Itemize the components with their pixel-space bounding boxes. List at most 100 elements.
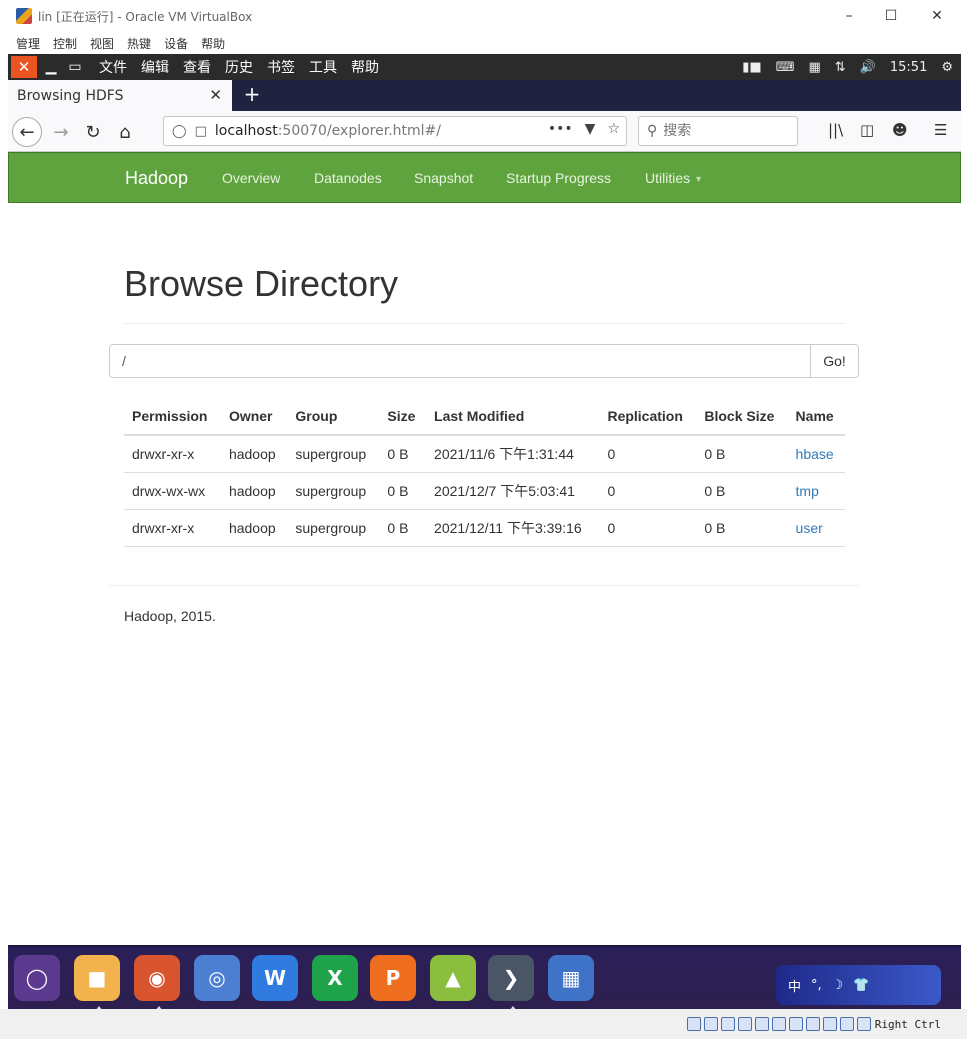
cell-name-link[interactable]: hbase xyxy=(787,435,845,473)
nav-overview[interactable]: Overview xyxy=(222,170,280,186)
ime-chinese-label[interactable]: 中 xyxy=(788,976,801,995)
footer-text: Hadoop, 2015. xyxy=(124,608,216,624)
menu-bookmarks[interactable]: 书签 xyxy=(267,57,295,77)
menu-edit[interactable]: 编辑 xyxy=(141,57,169,77)
bookmark-star-icon[interactable]: ☆ xyxy=(607,121,620,137)
vbox-menu-bar: 管理 控制 视图 热键 设备 帮助 xyxy=(0,32,967,54)
vbox-menu-help[interactable]: 帮助 xyxy=(201,35,225,52)
page-info-icon[interactable]: □ xyxy=(195,124,207,139)
cell-size: 0 B xyxy=(379,435,427,473)
vbox-menu-view[interactable]: 视图 xyxy=(90,35,114,52)
search-icon: ⚲ xyxy=(647,123,658,139)
optical-drive-icon[interactable] xyxy=(703,1017,718,1031)
title-divider xyxy=(124,323,845,324)
nav-utilities[interactable]: Utilities ▼ xyxy=(645,170,703,186)
pocket-icon[interactable]: ▼ xyxy=(585,121,596,137)
wps-presentation-icon[interactable]: P xyxy=(370,955,416,1001)
directory-path-input[interactable] xyxy=(109,344,810,378)
clock[interactable]: 15:51 xyxy=(890,60,927,75)
files-icon[interactable]: ■ xyxy=(74,955,120,1011)
network-adapter-icon[interactable] xyxy=(737,1017,752,1031)
host-key-label: Right Ctrl xyxy=(874,1017,941,1031)
vm-tools-icon[interactable]: ▮■ xyxy=(742,60,761,75)
maximize-button[interactable]: ☐ xyxy=(868,0,914,32)
col-replication[interactable]: Replication xyxy=(599,397,697,436)
usb-icon[interactable] xyxy=(754,1017,769,1031)
menu-file[interactable]: 文件 xyxy=(99,57,127,77)
software-center-icon[interactable]: ▲ xyxy=(430,955,476,1001)
col-group[interactable]: Group xyxy=(287,397,380,436)
cell-name-link[interactable]: tmp xyxy=(787,472,845,510)
keyboard-capture-icon[interactable] xyxy=(856,1017,871,1031)
cell-replication: 0 xyxy=(599,472,697,510)
network-icon[interactable]: ⇅ xyxy=(835,60,846,75)
cell-owner: hadoop xyxy=(220,472,288,510)
close-button[interactable]: ✕ xyxy=(914,0,960,32)
ime-moon-icon[interactable]: ☽ xyxy=(832,978,844,993)
back-arrow-icon[interactable]: ← xyxy=(12,117,42,147)
search-bar[interactable]: ⚲ xyxy=(638,116,798,146)
shared-folders-icon[interactable] xyxy=(771,1017,786,1031)
minimize-button[interactable]: – xyxy=(826,0,872,32)
reload-icon[interactable]: ↻ xyxy=(78,117,108,147)
tracking-shield-icon[interactable]: ◯ xyxy=(172,124,187,139)
wps-writer-icon[interactable]: W xyxy=(252,955,298,1001)
menu-help[interactable]: 帮助 xyxy=(351,57,379,77)
col-size[interactable]: Size xyxy=(379,397,427,436)
wps-spreadsheet-icon[interactable]: X xyxy=(312,955,358,1001)
col-block-size[interactable]: Block Size xyxy=(696,397,788,436)
cell-size: 0 B xyxy=(379,509,427,547)
recording-icon[interactable] xyxy=(805,1017,820,1031)
ime-skin-icon[interactable]: 👕 xyxy=(853,978,869,993)
navbar-brand[interactable]: Hadoop xyxy=(125,168,188,189)
menu-tools[interactable]: 工具 xyxy=(309,57,337,77)
settings-gear-icon[interactable]: ⚙ xyxy=(941,60,953,75)
display-icon[interactable] xyxy=(788,1017,803,1031)
nav-snapshot[interactable]: Snapshot xyxy=(414,170,473,186)
search-input[interactable] xyxy=(663,123,784,139)
cell-name-link[interactable]: user xyxy=(787,509,845,547)
nav-datanodes[interactable]: Datanodes xyxy=(314,170,382,186)
page-actions-icon[interactable]: ••• xyxy=(548,121,573,137)
menu-history[interactable]: 历史 xyxy=(225,57,253,77)
tab-browsing-hdfs[interactable]: Browsing HDFS ✕ xyxy=(8,80,232,111)
ubuntu-kylin-icon[interactable]: ◯ xyxy=(14,955,60,1001)
keyboard-icon[interactable]: ⌨ xyxy=(776,60,795,75)
forward-arrow-icon[interactable]: → xyxy=(46,117,76,147)
firefox-minimize-icon[interactable]: ▁ xyxy=(41,57,61,77)
mouse-integration-icon[interactable] xyxy=(839,1017,854,1031)
nav-startup-progress[interactable]: Startup Progress xyxy=(506,170,611,186)
table-row: drwxr-xr-x hadoop supergroup 0 B 2021/12… xyxy=(124,509,845,547)
terminal-icon[interactable]: ❯ xyxy=(488,955,534,1011)
home-icon[interactable]: ⌂ xyxy=(110,117,140,147)
menu-view[interactable]: 查看 xyxy=(183,57,211,77)
chromium-icon[interactable]: ◎ xyxy=(194,955,240,1001)
input-method-tray[interactable]: 中 °, ☽ 👕 xyxy=(776,965,941,1005)
url-bar[interactable]: ◯ □ localhost:50070/explorer.html#/ ••• … xyxy=(163,116,627,146)
hamburger-menu-icon[interactable]: ☰ xyxy=(934,121,947,139)
go-button[interactable]: Go! xyxy=(810,344,859,378)
firefox-icon[interactable]: ◉ xyxy=(134,955,180,1011)
ime-punct-label[interactable]: °, xyxy=(811,978,822,993)
vbox-menu-manage[interactable]: 管理 xyxy=(16,35,40,52)
cpu-icon[interactable] xyxy=(822,1017,837,1031)
firefox-close-icon[interactable]: ✕ xyxy=(11,56,37,78)
vbox-menu-control[interactable]: 控制 xyxy=(53,35,77,52)
vbox-menu-hotkey[interactable]: 热键 xyxy=(127,35,151,52)
volume-icon[interactable]: 🔊 xyxy=(860,60,876,75)
tab-close-icon[interactable]: ✕ xyxy=(209,86,222,104)
firefox-restore-icon[interactable]: ▭ xyxy=(65,57,85,77)
new-tab-icon[interactable]: + xyxy=(240,82,264,106)
col-name[interactable]: Name xyxy=(787,397,845,436)
vbox-menu-devices[interactable]: 设备 xyxy=(164,35,188,52)
col-permission[interactable]: Permission xyxy=(124,397,221,436)
sidebar-icon[interactable]: ◫ xyxy=(860,121,874,139)
library-icon[interactable]: ||\ xyxy=(828,121,843,139)
col-owner[interactable]: Owner xyxy=(220,397,288,436)
account-icon[interactable]: ☻ xyxy=(892,121,908,139)
app-grid-icon[interactable]: ▦ xyxy=(548,955,594,1001)
calendar-icon[interactable]: ▦ xyxy=(808,60,820,75)
col-last-modified[interactable]: Last Modified xyxy=(426,397,600,436)
audio-icon[interactable] xyxy=(720,1017,735,1031)
hard-disk-icon[interactable] xyxy=(686,1017,701,1031)
